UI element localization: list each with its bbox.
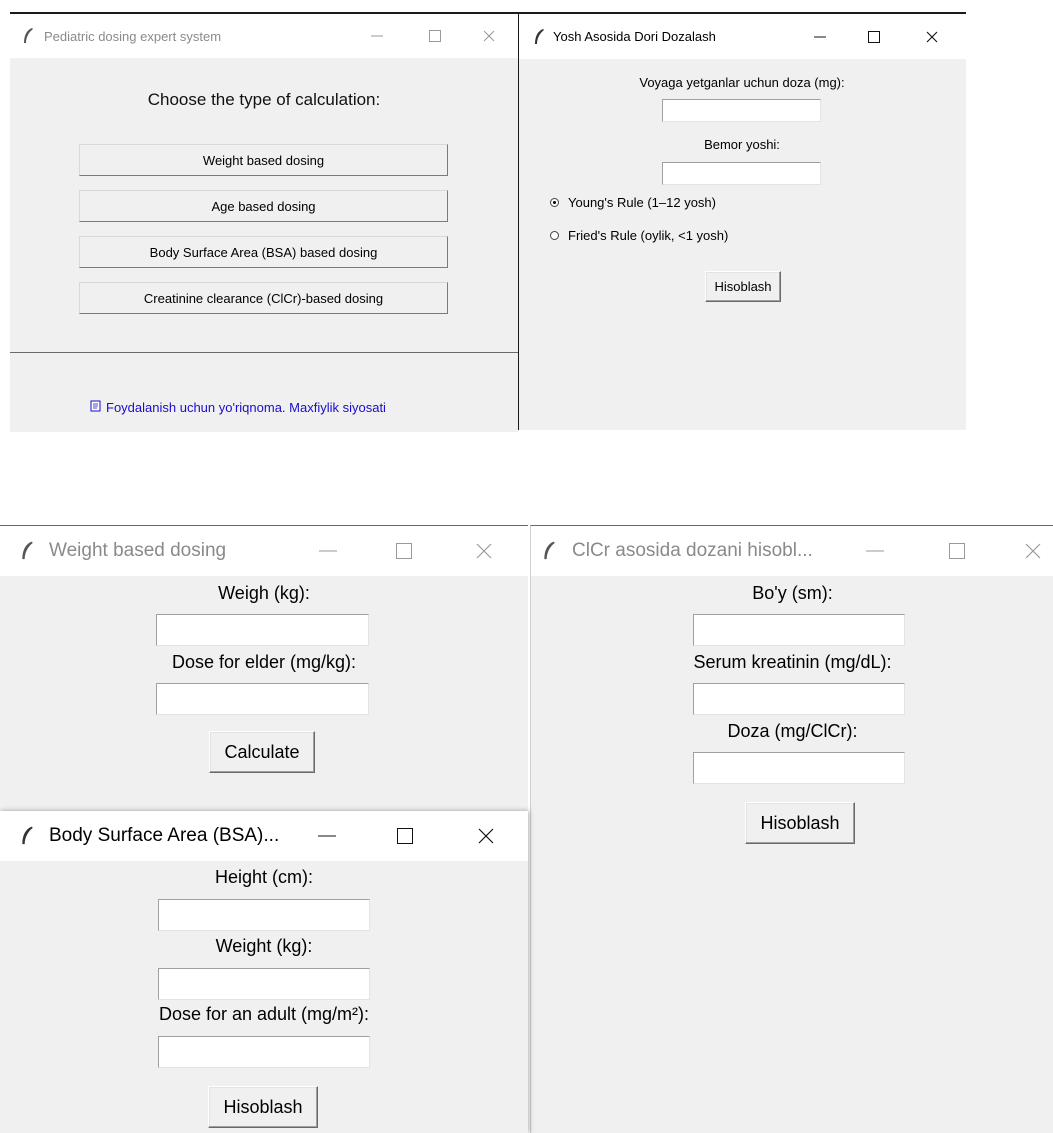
calculate-button[interactable]: Hisoblash [745,802,855,844]
close-icon[interactable] [464,526,504,576]
frieds-rule-radio[interactable]: Fried's Rule (oylik, <1 yosh) [550,228,728,243]
height-label: Bo'y (sm): [752,583,833,603]
main-window-titlebar[interactable]: Pediatric dosing expert system [10,14,518,58]
dose-label: Dose for elder (mg/kg): [171,652,357,672]
height-input[interactable] [158,899,370,931]
serum-creatinine-input[interactable] [693,683,905,715]
bsa-dosing-window: Body Surface Area (BSA)... Height (cm): … [0,811,528,1133]
separator [10,352,518,353]
maximize-icon[interactable] [384,526,424,576]
window-title: Body Surface Area (BSA)... [49,825,280,846]
dose-input[interactable] [156,683,369,715]
maximize-icon[interactable] [418,14,452,58]
feather-icon [20,811,34,861]
adult-dose-label: Voyaga yetganlar uchun doza (mg): [639,75,845,90]
radio-label: Fried's Rule (oylik, <1 yosh) [568,228,729,243]
dose-input[interactable] [693,752,905,784]
minimize-icon[interactable] [308,526,348,576]
footer-link-text: Foydalanish uchun yo'riqnoma. Maxfiylik … [106,400,386,415]
footer-link[interactable]: Foydalanish uchun yo'riqnoma. Maxfiylik … [90,400,386,415]
adult-dose-input[interactable] [662,99,821,122]
feather-icon [542,526,556,576]
feather-icon [22,14,34,58]
weight-label: Weigh (kg): [218,583,310,603]
feather-icon [533,14,545,59]
adult-dose-label: Dose for an adult (mg/m²): [158,1004,370,1024]
minimize-icon[interactable] [307,811,347,861]
patient-age-label: Bemor yoshi: [704,137,780,152]
window-title: ClCr asosida dozani hisobl... [572,540,813,561]
height-label: Height (cm): [214,867,313,887]
radio-unselected-icon [550,231,559,240]
calculate-button[interactable]: Calculate [209,731,315,773]
close-icon[interactable] [466,811,506,861]
close-icon[interactable] [915,14,949,59]
document-icon [90,400,101,415]
bsa-based-dosing-button[interactable]: Body Surface Area (BSA) based dosing [79,236,448,268]
calculate-button[interactable]: Hisoblash [208,1086,318,1128]
minimize-icon[interactable] [360,14,394,58]
main-window: Pediatric dosing expert system Choose th… [10,12,518,432]
feather-icon [20,526,34,576]
adult-dose-input[interactable] [158,1036,370,1068]
age-based-dosing-button[interactable]: Age based dosing [79,190,448,222]
maximize-icon[interactable] [857,14,891,59]
weight-dosing-window: Weight based dosing Weigh (kg): Dose for… [0,525,528,815]
window-title: Pediatric dosing expert system [44,28,222,44]
radio-selected-icon [550,198,559,207]
close-icon[interactable] [1013,526,1053,576]
youngs-rule-radio[interactable]: Young's Rule (1–12 yosh) [550,195,716,210]
window-title: Yosh Asosida Dori Dozalash [553,29,716,44]
page-heading: Choose the type of calculation: [147,90,381,109]
weight-window-titlebar[interactable]: Weight based dosing [0,526,528,576]
close-icon[interactable] [472,14,506,58]
clcr-based-dosing-button[interactable]: Creatinine clearance (ClCr)-based dosing [79,282,448,314]
height-input[interactable] [693,614,905,646]
radio-label: Young's Rule (1–12 yosh) [568,195,716,210]
calculate-button[interactable]: Hisoblash [705,271,781,302]
window-title: Weight based dosing [49,540,227,561]
weight-input[interactable] [156,614,369,646]
weight-label: Weight (kg): [215,936,313,956]
minimize-icon[interactable] [855,526,895,576]
clcr-dosing-window: ClCr asosida dozani hisobl... Bo'y (sm):… [530,525,1053,1133]
weight-based-dosing-button[interactable]: Weight based dosing [79,144,448,176]
serum-creatinine-label: Serum kreatinin (mg/dL): [693,652,892,672]
patient-age-input[interactable] [662,162,821,185]
minimize-icon[interactable] [803,14,837,59]
maximize-icon[interactable] [385,811,425,861]
age-window-titlebar[interactable]: Yosh Asosida Dori Dozalash [519,14,966,59]
dose-label: Doza (mg/ClCr): [727,721,858,741]
maximize-icon[interactable] [937,526,977,576]
bsa-window-titlebar[interactable]: Body Surface Area (BSA)... [0,811,528,861]
age-dosing-window: Yosh Asosida Dori Dozalash Voyaga yetgan… [518,12,966,430]
clcr-window-titlebar[interactable]: ClCr asosida dozani hisobl... [531,526,1053,576]
weight-input[interactable] [158,968,370,1000]
